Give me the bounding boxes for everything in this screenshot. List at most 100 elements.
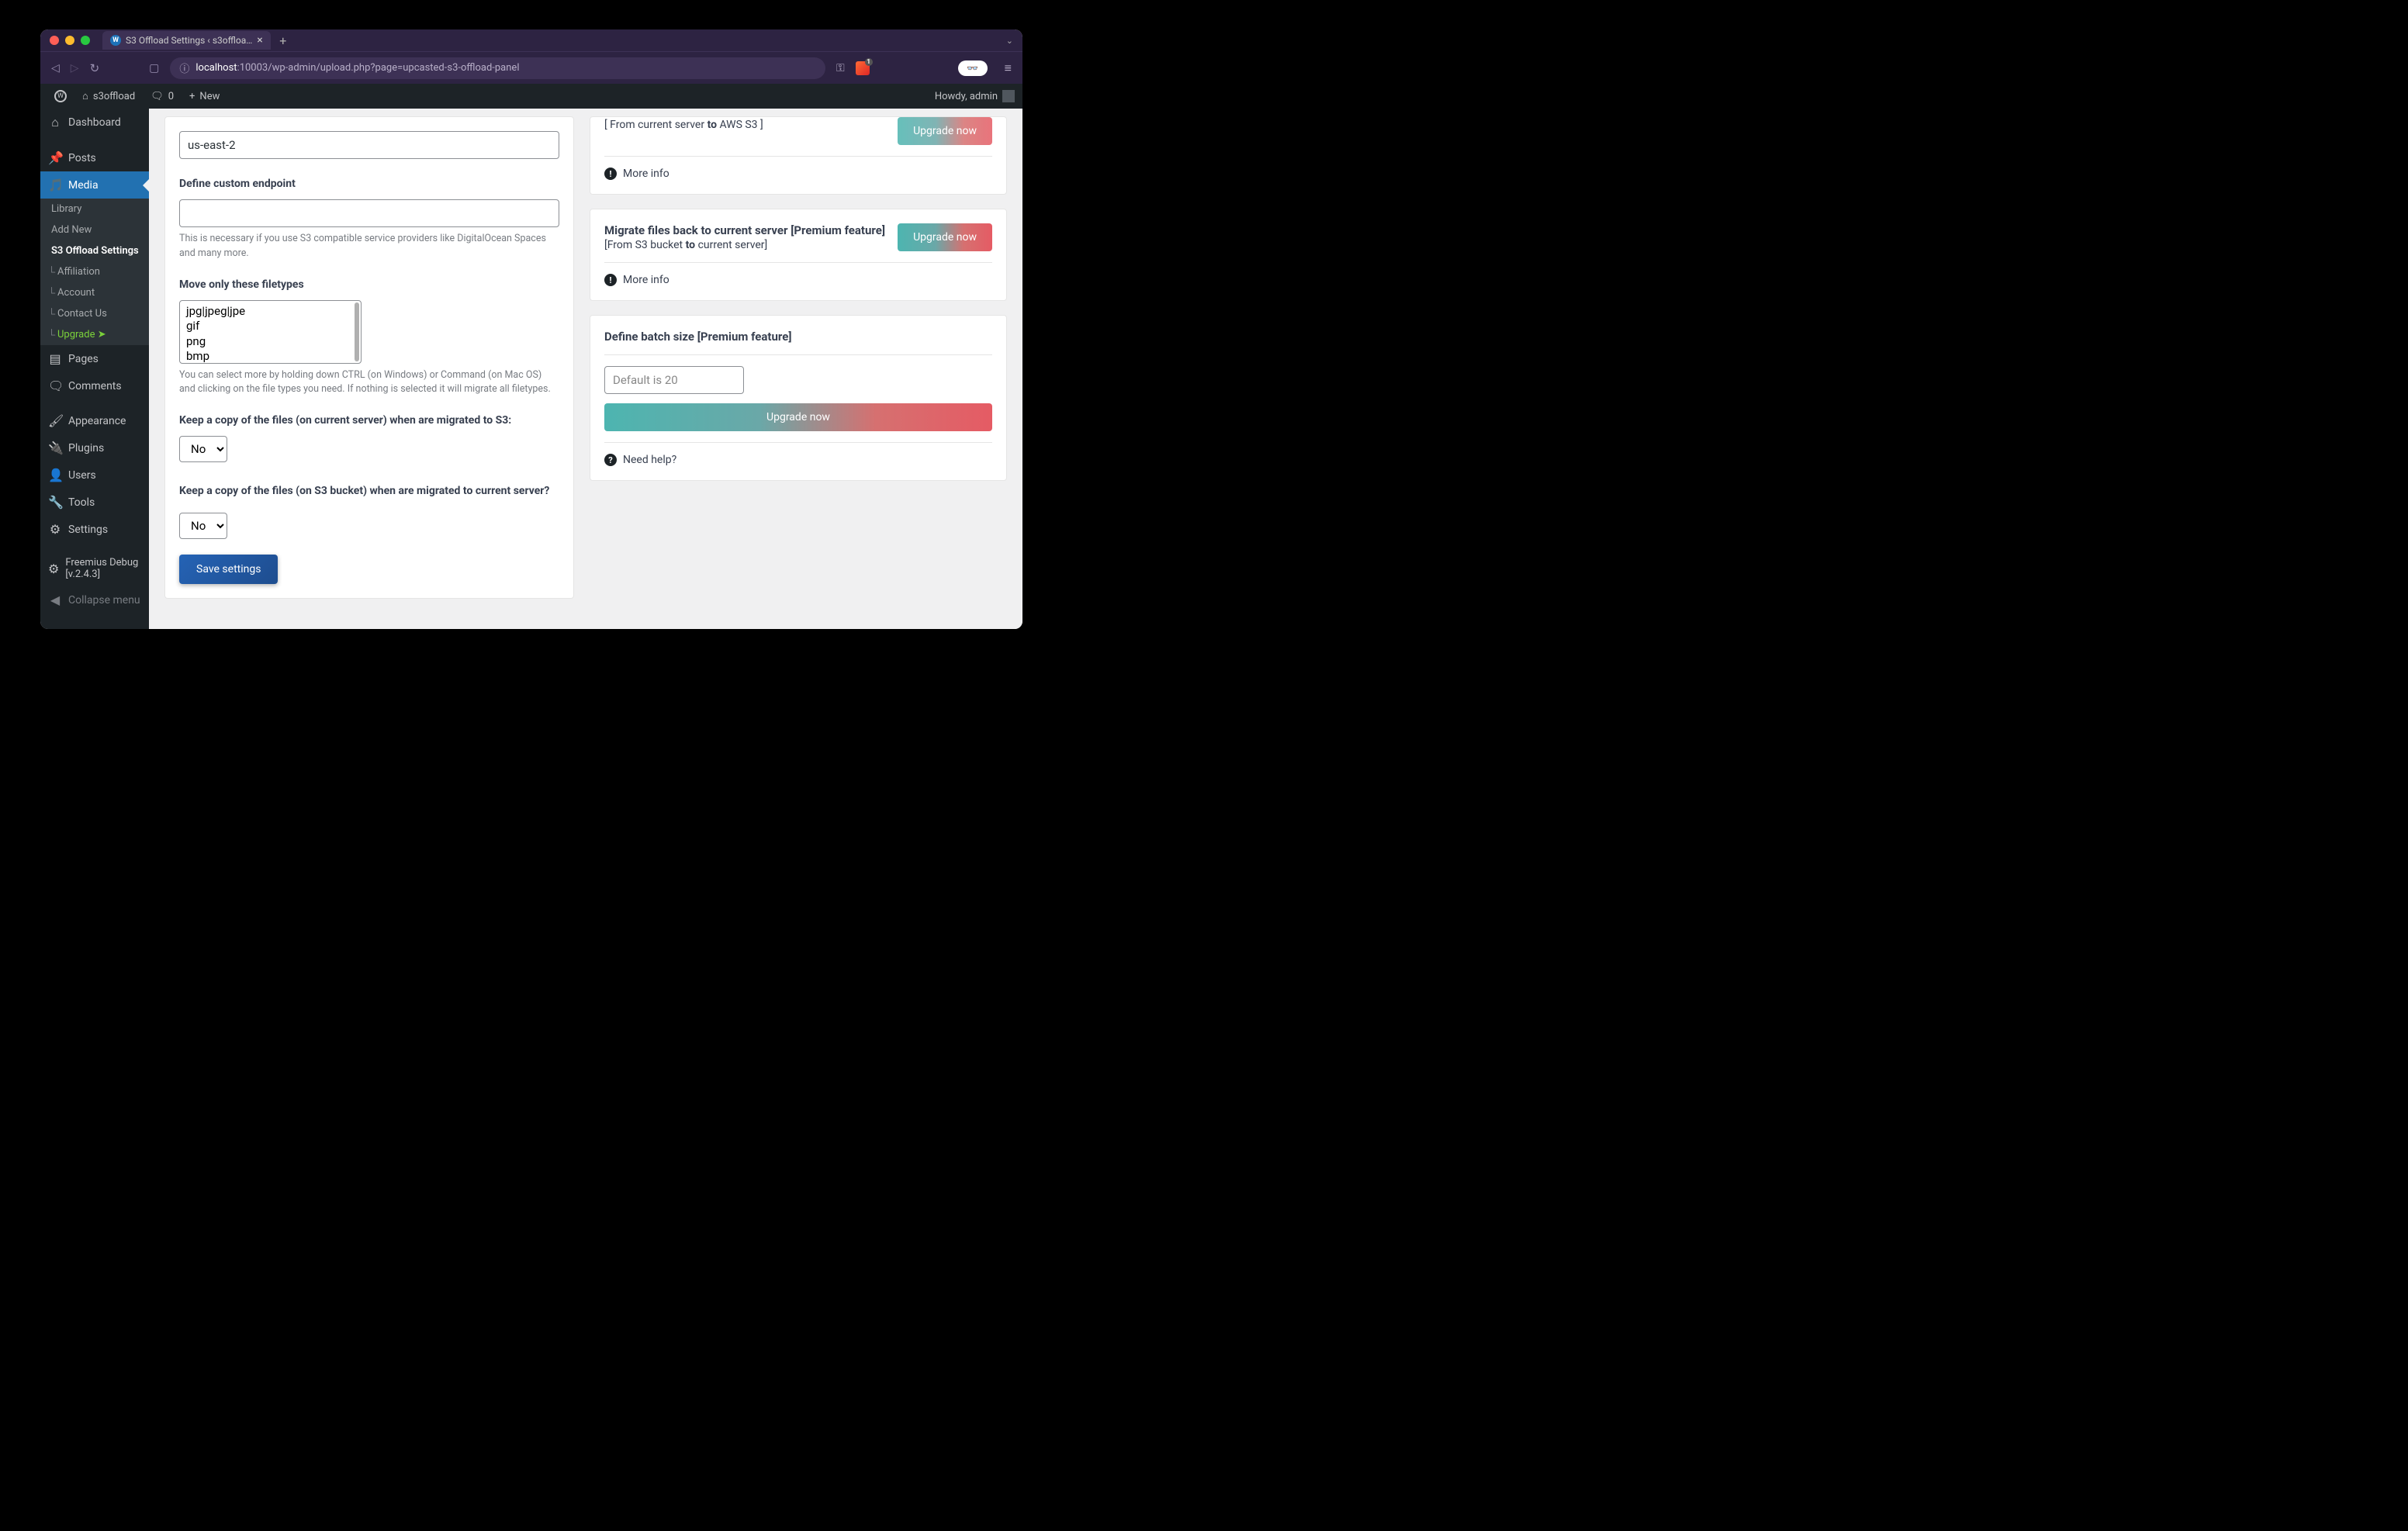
admin-area: ⌂Dashboard 📌Posts 🎵Media Library Add New… [40, 109, 1022, 629]
question-icon: ? [604, 454, 617, 466]
browser-tab[interactable]: W S3 Offload Settings ‹ s3offloa… × [102, 31, 271, 50]
menu-tools[interactable]: 🔧Tools [40, 489, 149, 516]
batch-card: Define batch size [Premium feature] Upgr… [590, 315, 1007, 481]
traffic-lights [50, 36, 90, 45]
settings-card: Define custom endpoint This is necessary… [164, 116, 574, 599]
keep-copy-server-select[interactable]: No [179, 513, 227, 539]
gear-icon: ⚙ [48, 562, 59, 576]
keep-copy-s3-label: Keep a copy of the files (on current ser… [179, 414, 559, 427]
filetypes-helper: You can select more by holding down CTRL… [179, 368, 559, 398]
filetype-option[interactable]: bmp [186, 349, 355, 364]
title-bar: W S3 Offload Settings ‹ s3offloa… × + ⌄ [40, 29, 1022, 51]
browser-window: W S3 Offload Settings ‹ s3offloa… × + ⌄ … [40, 29, 1022, 629]
forward-button[interactable]: ▷ [71, 62, 79, 74]
collapse-icon: ◀ [48, 593, 62, 607]
url-path: :10003/wp-admin/upload.php?page=upcasted… [237, 62, 520, 74]
menu-posts[interactable]: 📌Posts [40, 144, 149, 171]
promo-card-1: [ From current server to AWS S3 ] Upgrad… [590, 116, 1007, 195]
pin-icon: 📌 [48, 150, 62, 165]
filetype-option[interactable]: png [186, 334, 355, 350]
promo-card-2: Migrate files back to current server [Pr… [590, 209, 1007, 301]
howdy-menu[interactable]: Howdy, admin [935, 90, 1015, 102]
more-info-1[interactable]: !More info [604, 157, 992, 180]
wrench-icon: 🔧 [48, 495, 62, 510]
wp-admin-bar: W ⌂s3offload 🗨0 +New Howdy, admin [40, 84, 1022, 109]
browser-menu-button[interactable]: ≡ [1005, 60, 1012, 76]
nav-bar: ◁ ▷ ↻ ▢ ⓘ localhost:10003/wp-admin/uploa… [40, 51, 1022, 84]
page-icon: ▤ [48, 351, 62, 366]
menu-appearance[interactable]: 🖌Appearance [40, 407, 149, 434]
upgrade-button-3[interactable]: Upgrade now [604, 403, 992, 431]
tab-overflow-button[interactable]: ⌄ [1006, 36, 1013, 46]
submenu-upgrade[interactable]: Upgrade [40, 324, 149, 345]
menu-freemius[interactable]: ⚙Freemius Debug [v.2.4.3] [40, 551, 149, 586]
private-mode-icon[interactable]: 👓 [958, 60, 988, 76]
promo2-subtitle: [From S3 bucket to current server] [604, 239, 885, 251]
brush-icon: 🖌 [48, 413, 62, 428]
more-info-2[interactable]: !More info [604, 263, 992, 286]
filetype-option[interactable]: gif [186, 319, 355, 334]
filetypes-select[interactable]: jpg|jpeg|jpe gif png bmp [179, 300, 362, 364]
upgrade-button-2[interactable]: Upgrade now [898, 223, 992, 251]
menu-settings[interactable]: ⚙Settings [40, 516, 149, 543]
menu-pages[interactable]: ▤Pages [40, 345, 149, 372]
info-icon: ! [604, 168, 617, 180]
maximize-window-button[interactable] [81, 36, 90, 45]
batch-size-input[interactable] [604, 366, 744, 394]
submenu-s3-settings[interactable]: S3 Offload Settings [40, 240, 149, 261]
media-submenu: Library Add New S3 Offload Settings Affi… [40, 199, 149, 345]
submenu-library[interactable]: Library [40, 199, 149, 219]
region-input[interactable] [179, 131, 559, 159]
menu-plugins[interactable]: 🔌Plugins [40, 434, 149, 461]
wp-logo-menu[interactable]: W [48, 84, 73, 109]
menu-collapse[interactable]: ◀Collapse menu [40, 586, 149, 613]
home-icon: ⌂ [82, 90, 88, 102]
keep-copy-s3-select[interactable]: No [179, 436, 227, 462]
tab-close-icon[interactable]: × [257, 34, 262, 47]
new-content-link[interactable]: +New [183, 84, 226, 109]
wordpress-favicon-icon: W [110, 35, 121, 46]
promo1-subtitle: [ From current server to AWS S3 ] [604, 119, 763, 131]
dashboard-icon: ⌂ [48, 115, 62, 130]
endpoint-input[interactable] [179, 199, 559, 227]
user-icon: 👤 [48, 468, 62, 482]
submenu-affiliation[interactable]: Affiliation [40, 261, 149, 282]
menu-users[interactable]: 👤Users [40, 461, 149, 489]
content-area: Define custom endpoint This is necessary… [149, 109, 1022, 629]
filetype-option[interactable]: jpg|jpeg|jpe [186, 304, 355, 320]
media-icon: 🎵 [48, 178, 62, 192]
menu-dashboard[interactable]: ⌂Dashboard [40, 109, 149, 137]
reload-button[interactable]: ↻ [90, 61, 100, 75]
tab-title: S3 Offload Settings ‹ s3offloa… [126, 35, 252, 46]
tab-bar: W S3 Offload Settings ‹ s3offloa… × + [102, 29, 291, 51]
endpoint-helper: This is necessary if you use S3 compatib… [179, 232, 559, 261]
menu-media[interactable]: 🎵Media [40, 171, 149, 199]
menu-comments[interactable]: 🗨Comments [40, 372, 149, 399]
need-help[interactable]: ?Need help? [604, 442, 992, 466]
keep-copy-server-label: Keep a copy of the files (on S3 bucket) … [179, 479, 559, 503]
admin-sidebar: ⌂Dashboard 📌Posts 🎵Media Library Add New… [40, 109, 149, 629]
new-tab-button[interactable]: + [275, 33, 291, 48]
site-link[interactable]: ⌂s3offload [76, 84, 141, 109]
plus-icon: + [189, 91, 195, 102]
save-settings-button[interactable]: Save settings [179, 555, 278, 584]
promo2-title: Migrate files back to current server [Pr… [604, 223, 885, 237]
submenu-account[interactable]: Account [40, 282, 149, 303]
info-icon: ! [604, 274, 617, 286]
back-button[interactable]: ◁ [51, 62, 60, 74]
submenu-contact[interactable]: Contact Us [40, 303, 149, 324]
upgrade-button-1[interactable]: Upgrade now [898, 117, 992, 145]
comment-icon: 🗨 [150, 91, 164, 102]
minimize-window-button[interactable] [65, 36, 74, 45]
shield-icon[interactable] [856, 61, 870, 75]
key-icon[interactable]: ⚿ [836, 62, 845, 74]
address-bar[interactable]: ⓘ localhost:10003/wp-admin/upload.php?pa… [170, 57, 825, 79]
endpoint-label: Define custom endpoint [179, 178, 559, 190]
submenu-add-new[interactable]: Add New [40, 219, 149, 240]
plug-icon: 🔌 [48, 441, 62, 455]
close-window-button[interactable] [50, 36, 59, 45]
bookmark-icon[interactable]: ▢ [149, 62, 159, 74]
comments-link[interactable]: 🗨0 [144, 84, 180, 109]
wordpress-icon: W [54, 90, 67, 102]
url-host: localhost [195, 62, 237, 74]
